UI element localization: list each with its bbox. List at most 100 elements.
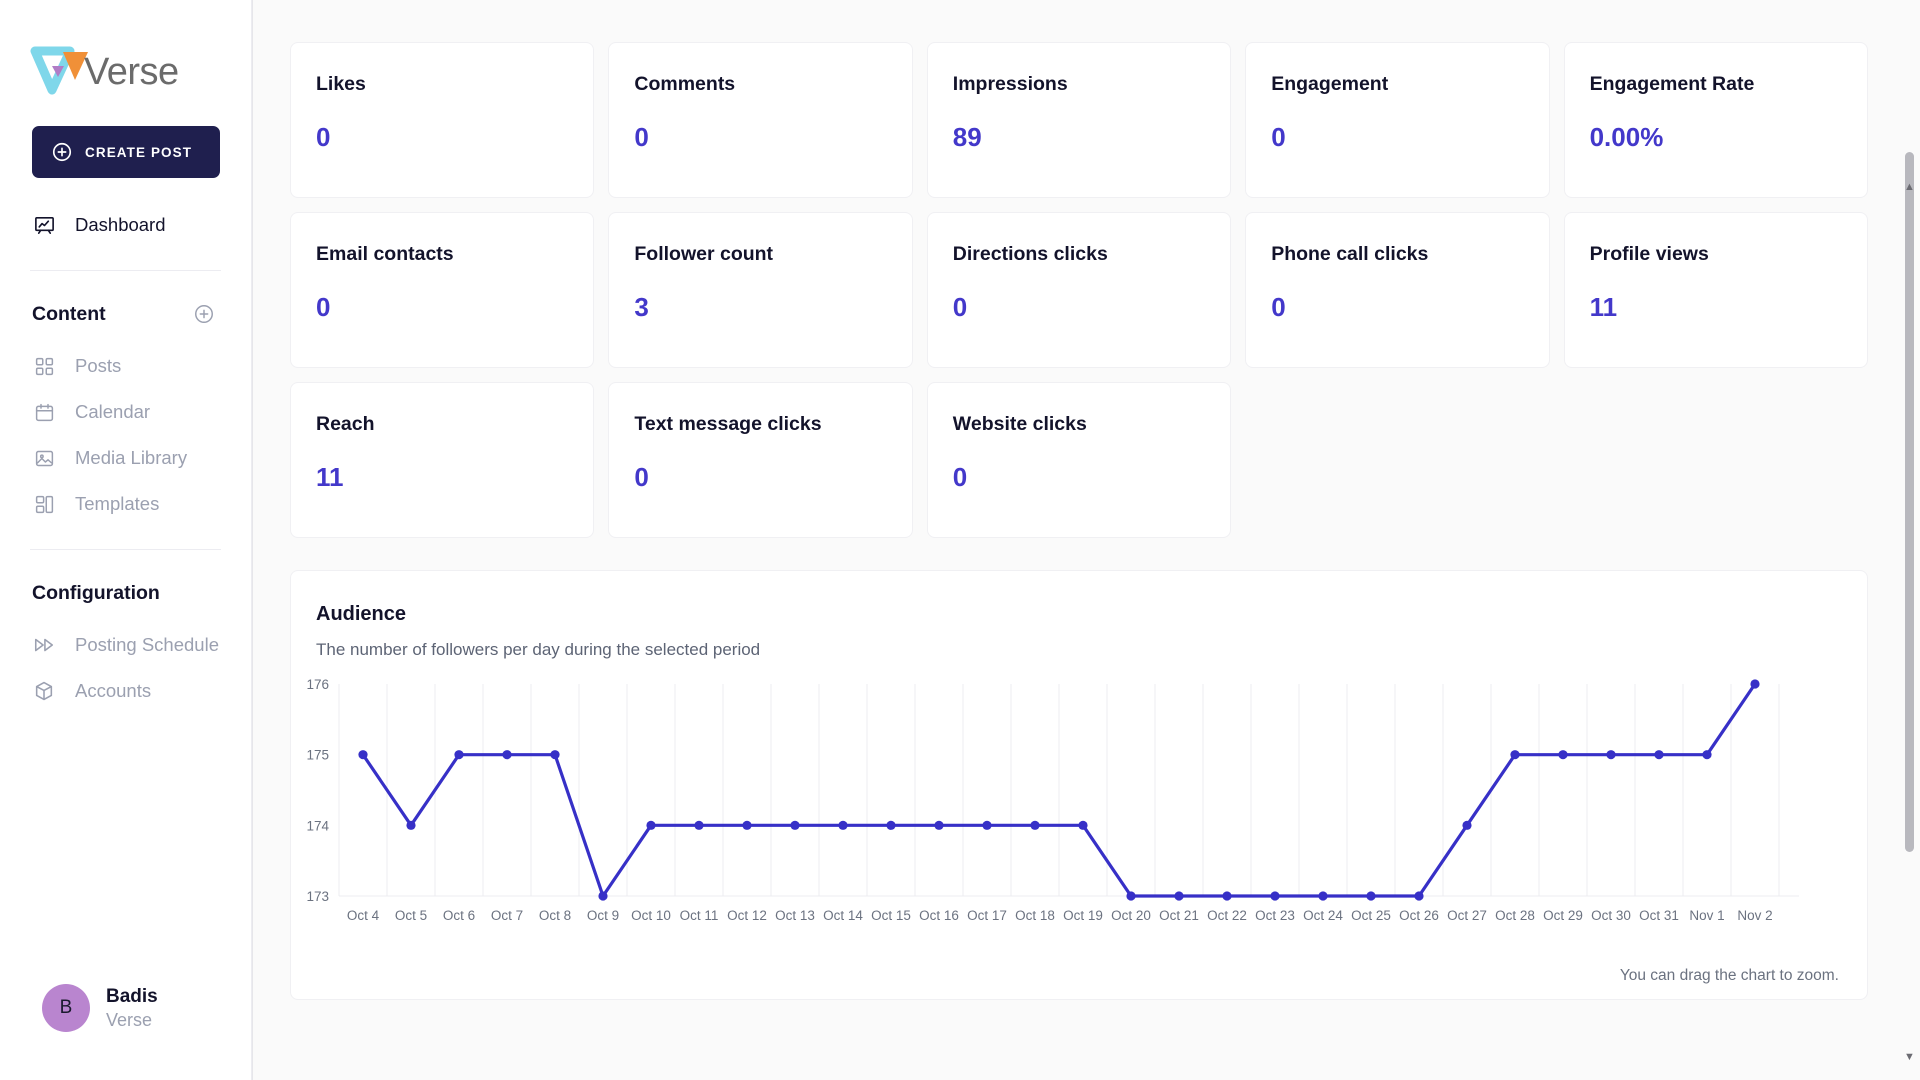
sidebar-item-posting-schedule[interactable]: Posting Schedule	[0, 622, 251, 668]
chart-data-point[interactable]	[550, 750, 560, 760]
stat-card-value: 0	[952, 462, 968, 492]
stat-card-label: Engagement	[1271, 73, 1389, 95]
stat-card-value: 3	[634, 292, 649, 322]
x-axis-tick-label: Oct 20	[1111, 908, 1151, 923]
stat-card-value: 0.00%	[1589, 122, 1664, 152]
x-axis-tick-label: Oct 24	[1303, 908, 1343, 923]
x-axis-tick-label: Oct 26	[1399, 908, 1439, 923]
chart-data-point[interactable]	[1750, 679, 1760, 689]
chart-data-point[interactable]	[1126, 891, 1136, 901]
chart-data-point[interactable]	[1078, 820, 1088, 830]
vertical-scrollbar-thumb[interactable]	[1905, 152, 1914, 852]
sidebar-item-calendar[interactable]: Calendar	[0, 389, 251, 435]
y-axis-tick-label: 174	[306, 818, 329, 833]
chart-data-point[interactable]	[1462, 820, 1472, 830]
stat-card-placeholder	[1245, 382, 1549, 538]
stat-card-value: 0	[952, 292, 968, 322]
audience-chart-panel: Audience The number of followers per day…	[290, 570, 1868, 1000]
templates-icon	[32, 492, 56, 516]
stat-card-value: 11	[316, 462, 344, 492]
stats-grid: Likes 0 Comments 0 Impressions 89 Engagement 0 E…	[290, 42, 1868, 538]
chart-data-point[interactable]	[358, 750, 368, 760]
x-axis-tick-label: Oct 8	[539, 908, 571, 923]
x-axis-tick-label: Oct 9	[587, 908, 619, 923]
stat-card-label: Impressions	[952, 73, 1068, 95]
sidebar-item-dashboard[interactable]: Dashboard	[0, 202, 251, 248]
sidebar-item-label: Calendar	[75, 401, 151, 422]
sidebar-item-posts[interactable]: Posts	[0, 343, 251, 389]
sidebar-item-label: Posts	[75, 355, 122, 376]
sidebar-item-templates[interactable]: Templates	[0, 481, 251, 527]
chart-data-point[interactable]	[1558, 750, 1568, 760]
scroll-up-arrow-icon[interactable]: ▲	[1904, 182, 1915, 193]
main-content: Likes 0 Comments 0 Impressions 89 Engagement 0 E…	[252, 0, 1920, 1080]
chart-data-point[interactable]	[1270, 891, 1280, 901]
chart-data-point[interactable]	[1174, 891, 1184, 901]
stat-card: Directions clicks 0	[926, 212, 1232, 368]
chart-zoom-hint: You can drag the chart to zoom.	[1619, 967, 1839, 984]
chart-title: Audience	[316, 603, 407, 625]
chart-data-point[interactable]	[502, 750, 512, 760]
chart-data-point[interactable]	[1222, 891, 1232, 901]
x-axis-tick-label: Oct 6	[443, 908, 475, 923]
sidebar-divider-2	[30, 549, 221, 550]
x-axis-tick-label: Oct 14	[823, 908, 863, 923]
y-axis-tick-label: 173	[306, 889, 329, 904]
chart-data-point[interactable]	[1654, 750, 1664, 760]
chart-data-point[interactable]	[982, 820, 992, 830]
stat-card-label: Follower count	[634, 243, 774, 265]
chart-data-point[interactable]	[646, 820, 656, 830]
chart-data-point[interactable]	[1702, 750, 1712, 760]
x-axis-tick-label: Nov 1	[1689, 908, 1724, 923]
x-axis-tick-label: Oct 12	[727, 908, 767, 923]
chart-data-point[interactable]	[838, 820, 848, 830]
chart-data-point[interactable]	[1414, 891, 1424, 901]
sidebar-item-media-library[interactable]: Media Library	[0, 435, 251, 481]
x-axis-tick-label: Oct 23	[1255, 908, 1295, 923]
chart-data-point[interactable]	[598, 891, 608, 901]
stat-card: Impressions 89	[926, 42, 1232, 198]
sidebar-section-content: Content	[0, 301, 251, 327]
x-axis-tick-label: Oct 27	[1447, 908, 1487, 923]
chart-data-point[interactable]	[1030, 820, 1040, 830]
create-post-button[interactable]: CREATE POST	[32, 126, 220, 178]
chart-data-point[interactable]	[694, 820, 704, 830]
stat-card: Text message clicks 0	[608, 382, 913, 538]
grid-squares-icon	[32, 354, 56, 378]
chart-data-point[interactable]	[1318, 891, 1328, 901]
stat-card-placeholder	[1564, 382, 1868, 538]
chart-data-point[interactable]	[454, 750, 464, 760]
sidebar-item-label: Dashboard	[75, 214, 166, 235]
audience-line-chart[interactable]: 173 174 175 176 Oct 4 Oct 5 Oct 6 Oct 7 Oct 8 Oct…	[291, 674, 1867, 942]
stat-card: Likes 0	[290, 42, 595, 198]
chart-data-point[interactable]	[1510, 750, 1520, 760]
stat-card: Reach 11	[290, 382, 595, 538]
user-profile[interactable]: B Badis Verse	[0, 984, 251, 1080]
stat-card: Engagement 0	[1245, 42, 1550, 198]
brand-logo[interactable]: Verse	[0, 0, 251, 116]
chart-data-point[interactable]	[790, 820, 800, 830]
sidebar-item-accounts[interactable]: Accounts	[0, 668, 251, 714]
chart-data-point[interactable]	[934, 820, 944, 830]
stat-card-label: Comments	[634, 73, 736, 95]
chart-data-point[interactable]	[1366, 891, 1376, 901]
scroll-down-arrow-icon[interactable]: ▼	[1904, 1052, 1915, 1063]
sidebar: Verse CREATE POST Dashboard Content Post…	[0, 0, 252, 1080]
user-org: Verse	[106, 1009, 153, 1030]
stat-card-label: Text message clicks	[634, 413, 822, 435]
chart-data-point[interactable]	[406, 820, 416, 830]
chart-data-point[interactable]	[1606, 750, 1616, 760]
stat-card: Email contacts 0	[290, 212, 595, 368]
x-axis-tick-label: Oct 31	[1639, 908, 1679, 923]
stat-card: Comments 0	[608, 42, 913, 198]
chart-data-point[interactable]	[742, 820, 752, 830]
x-axis-tick-label: Oct 30	[1591, 908, 1631, 923]
x-axis-tick-label: Oct 18	[1015, 908, 1055, 923]
add-content-plus-circle-icon[interactable]	[193, 303, 215, 325]
user-name: Badis	[106, 985, 158, 1007]
section-title-configuration: Configuration	[32, 581, 160, 604]
stat-card-value: 0	[316, 122, 331, 152]
x-axis-tick-label: Oct 7	[491, 908, 523, 923]
chart-data-point[interactable]	[886, 820, 896, 830]
x-axis-tick-label: Oct 15	[871, 908, 911, 923]
